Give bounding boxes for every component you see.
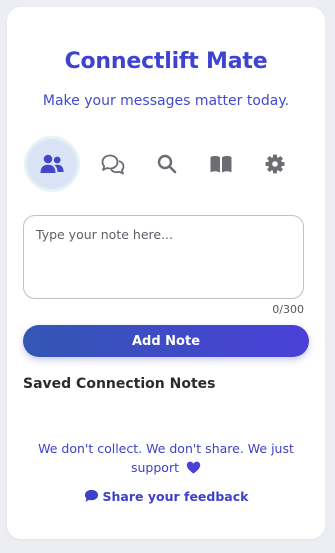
- privacy-text: We don't collect. We don't share. We jus…: [38, 441, 294, 475]
- tab-settings[interactable]: [250, 139, 300, 189]
- tab-bar: [27, 139, 307, 189]
- heart-icon: [186, 461, 201, 474]
- tab-messages[interactable]: [88, 139, 138, 189]
- add-note-button[interactable]: Add Note: [23, 325, 309, 357]
- saved-notes-heading: Saved Connection Notes: [23, 376, 216, 392]
- search-icon: [157, 154, 177, 174]
- feedback-label: Share your feedback: [102, 489, 249, 504]
- tab-search[interactable]: [142, 139, 192, 189]
- feedback-link[interactable]: Share your feedback: [7, 489, 325, 504]
- character-counter: 0/300: [272, 303, 304, 316]
- note-input[interactable]: [23, 215, 304, 299]
- chat-bubbles-icon: [101, 154, 125, 175]
- users-icon: [40, 154, 64, 173]
- app-title: Connectlift Mate: [64, 49, 268, 74]
- book-icon: [210, 155, 232, 173]
- gear-icon: [265, 154, 285, 174]
- tab-guide[interactable]: [196, 139, 246, 189]
- privacy-note: We don't collect. We don't share. We jus…: [37, 439, 295, 477]
- tab-connections[interactable]: [27, 139, 77, 189]
- comment-icon: [84, 489, 98, 502]
- popup-card: Connectlift Mate Make your messages matt…: [7, 7, 325, 539]
- app-tagline: Make your messages matter today.: [42, 93, 290, 109]
